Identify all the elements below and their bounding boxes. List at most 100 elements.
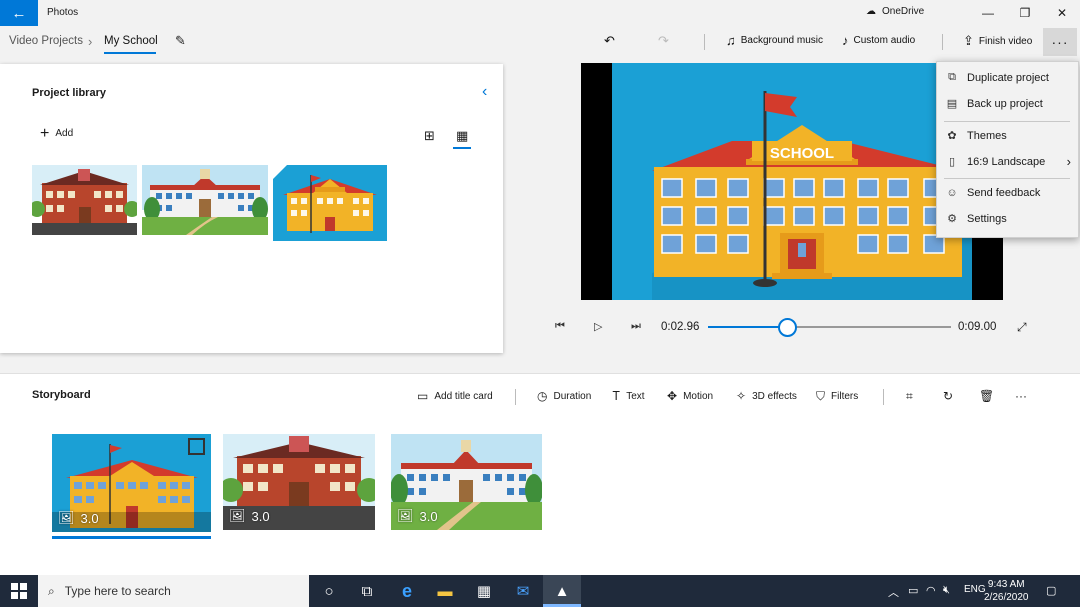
photos-icon: ▲: [554, 582, 570, 600]
library-thumbnail[interactable]: [142, 165, 268, 240]
collapse-chevron-icon[interactable]: ‹: [482, 83, 487, 101]
show-hidden-icons-button[interactable]: ︿: [888, 584, 899, 600]
duplicate-icon: ⧉: [948, 71, 956, 83]
minimize-icon: —: [982, 6, 994, 20]
task-view-button[interactable]: ⧉: [348, 575, 386, 607]
search-icon: ⌕: [48, 583, 55, 598]
onedrive-status[interactable]: ☁ OneDrive: [866, 6, 924, 17]
background-music-button[interactable]: ♫ Background music: [726, 33, 823, 48]
more-options-button[interactable]: ···: [1043, 28, 1077, 56]
store-bag-icon: ▦: [476, 583, 492, 600]
system-clock[interactable]: 9:43 AM 2/26/2020: [984, 578, 1029, 604]
add-title-card-label: Add title card: [434, 390, 493, 402]
play-button[interactable]: ▷: [594, 320, 602, 333]
current-time: 0:02.96: [661, 321, 700, 333]
notifications-icon[interactable]: ▢: [1046, 584, 1056, 597]
chevron-up-icon: ︿: [888, 587, 899, 599]
menu-item-duplicate-project[interactable]: ⧉ Duplicate project: [945, 71, 1049, 84]
ellipsis-icon: ···: [1051, 34, 1069, 50]
taskbar-search-box[interactable]: ⌕ Type here to search: [38, 575, 309, 607]
fullscreen-expand-icon[interactable]: ⤢: [1017, 320, 1027, 335]
library-thumbnail[interactable]: [273, 165, 387, 241]
ellipsis-icon: ···: [1015, 389, 1027, 403]
background-music-label: Background music: [740, 35, 824, 46]
minimize-button[interactable]: —: [970, 0, 1006, 26]
battery-icon[interactable]: ▭: [908, 584, 918, 597]
clip-duration: 🖼 3.0: [229, 508, 270, 524]
photos-app-button[interactable]: ▲: [543, 575, 581, 607]
add-title-card-button[interactable]: ▭ Add title card: [417, 389, 493, 403]
custom-audio-button[interactable]: ♪ Custom audio: [842, 33, 915, 48]
back-button[interactable]: ←: [0, 0, 38, 26]
menu-item-themes[interactable]: ✿ Themes: [945, 129, 1006, 143]
cortana-button[interactable]: ○: [310, 575, 348, 607]
clip-duration-value: 3.0: [80, 510, 99, 526]
3d-effects-icon: ✧: [736, 389, 747, 403]
pencil-icon[interactable]: ✎: [175, 33, 186, 49]
text-button[interactable]: Ꭲ Text: [613, 389, 645, 404]
filters-button[interactable]: ⛉ Filters: [816, 389, 858, 404]
duration-button[interactable]: ◷ Duration: [537, 389, 591, 403]
start-button[interactable]: [0, 575, 38, 607]
image-icon: 🖼: [58, 510, 75, 525]
school-brick-image: [32, 165, 137, 240]
clip-duration-value: 3.0: [419, 508, 438, 524]
large-grid-view-icon[interactable]: ⊞: [424, 128, 435, 144]
storyboard-more-button[interactable]: ···: [1015, 389, 1027, 403]
palette-icon: ✿: [947, 130, 957, 142]
school-sign-text: SCHOOL: [770, 145, 834, 162]
3d-effects-button[interactable]: ✧ 3D effects: [736, 389, 797, 403]
library-thumbnail[interactable]: [32, 165, 137, 240]
small-grid-view-icon[interactable]: ▦: [456, 128, 468, 144]
trash-icon: 🗑: [979, 389, 995, 403]
finish-video-label: Finish video: [978, 35, 1033, 47]
edge-button[interactable]: e: [388, 575, 426, 607]
storyboard-clip[interactable]: 🖼 3.0: [223, 434, 375, 530]
gear-icon: ⚙: [947, 213, 957, 225]
file-explorer-button[interactable]: ▬: [426, 575, 464, 607]
menu-item-back-up-project[interactable]: ▤ Back up project: [945, 97, 1043, 111]
cloud-off-icon: ☁: [866, 6, 876, 17]
store-button[interactable]: ▦: [465, 575, 503, 607]
next-frame-button[interactable]: ⏭: [631, 320, 641, 333]
delete-button[interactable]: 🗑: [979, 389, 994, 403]
finish-video-button[interactable]: ⇪ Finish video: [963, 33, 1032, 49]
redo-button[interactable]: ↷: [658, 33, 669, 49]
aspect-ratio-icon: ▯: [948, 156, 956, 168]
back-arrow-icon: ←: [11, 4, 27, 22]
undo-icon: ↶: [604, 33, 615, 48]
motion-icon: ✥: [667, 389, 678, 403]
clip-select-checkbox[interactable]: [188, 438, 205, 455]
maximize-button[interactable]: ❐: [1007, 0, 1043, 26]
search-placeholder: Type here to search: [64, 584, 171, 598]
rotate-button[interactable]: ↻: [943, 389, 953, 403]
filter-icon: ⛉: [816, 389, 826, 403]
motion-button[interactable]: ✥ Motion: [667, 389, 713, 403]
add-media-button[interactable]: + Add: [40, 125, 73, 141]
close-button[interactable]: ✕: [1044, 0, 1080, 26]
wifi-icon[interactable]: ◠: [926, 584, 936, 597]
project-library-title: Project library: [32, 87, 106, 99]
seek-thumb[interactable]: [778, 318, 797, 337]
breadcrumb-video-projects[interactable]: Video Projects: [9, 35, 83, 47]
preview-frame: SCHOOL: [612, 63, 972, 300]
menu-item-aspect-ratio[interactable]: ▯ 16:9 Landscape ›: [945, 154, 1071, 169]
language-indicator[interactable]: ENG: [964, 584, 986, 595]
resize-button[interactable]: ⌗: [906, 389, 913, 404]
volume-muted-icon[interactable]: 🔇︎: [943, 584, 950, 597]
undo-button[interactable]: ↶: [604, 33, 615, 49]
task-view-icon: ⧉: [361, 582, 373, 600]
person-audio-icon: ♪: [842, 33, 849, 48]
storyboard-clip[interactable]: 🖼 3.0: [391, 434, 542, 530]
previous-frame-button[interactable]: ⏮: [555, 320, 565, 333]
school-yellow-image: [273, 165, 387, 241]
clock-icon: ◷: [537, 389, 548, 403]
mail-button[interactable]: ✉: [504, 575, 542, 607]
step-forward-icon: ⏭: [631, 320, 641, 332]
school-classic-image: [142, 165, 268, 240]
menu-item-send-feedback[interactable]: ☺ Send feedback: [945, 187, 1040, 199]
menu-item-settings[interactable]: ⚙ Settings: [945, 212, 1007, 226]
cortana-circle-icon: ○: [324, 582, 334, 600]
play-icon: ▷: [594, 321, 603, 333]
duration-label: Duration: [553, 390, 592, 402]
